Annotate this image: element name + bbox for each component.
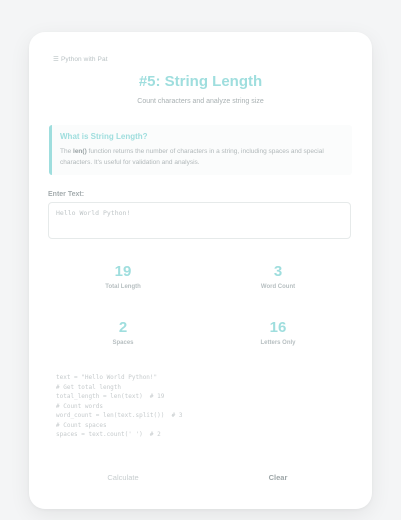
code-line: # Get total length <box>56 383 122 391</box>
info-heading: What is String Length? <box>60 132 148 141</box>
code-line: # Count words <box>56 402 103 410</box>
stat-spaces: 2 Spaces <box>63 319 183 347</box>
stat-label: Word Count <box>260 284 296 290</box>
text-input[interactable]: Hello World Python! <box>48 202 351 239</box>
code-block: text = "Hello World Python!" # Get total … <box>56 373 182 440</box>
info-box: What is String Length? The len() functio… <box>49 125 352 175</box>
code-line: total_length = len(text) # 19 <box>56 393 165 400</box>
info-body: The len() function returns the number of… <box>60 146 350 168</box>
code-line: text = "Hello World Python!" <box>56 374 158 381</box>
stat-value: 19 <box>114 263 132 280</box>
stat-label: Letters Only <box>260 340 296 346</box>
menu-icon: ☰ <box>53 56 59 63</box>
code-line: # Count spaces <box>56 421 107 429</box>
stat-value: 3 <box>273 263 283 280</box>
stat-total-length: 19 Total Length <box>63 263 183 291</box>
brand-label: Python with Pat <box>60 56 108 63</box>
stat-label: Total Length <box>105 284 141 290</box>
code-line: word_count = len(text.split()) # 3 <box>56 412 183 419</box>
brand: ☰ Python with Pat <box>53 55 108 63</box>
page-subtitle: Count characters and analyze string size <box>137 98 264 105</box>
stat-letters-only: 16 Letters Only <box>218 319 338 347</box>
app-card: ☰ Python with Pat #5: String Length Count… <box>29 32 372 509</box>
stat-value: 2 <box>118 319 128 336</box>
info-body-pre: The <box>60 148 74 155</box>
info-body-post: function returns the number of character… <box>60 148 324 166</box>
page-title: #5: String Length <box>138 73 263 90</box>
stat-label: Spaces <box>112 340 134 346</box>
stat-word-count: 3 Word Count <box>218 263 338 291</box>
info-body-function: len() <box>73 148 87 155</box>
calculate-button[interactable]: Calculate <box>73 473 173 482</box>
code-line: spaces = text.count(' ') # 2 <box>56 431 161 438</box>
input-label: Enter Text: <box>48 191 85 198</box>
stat-value: 16 <box>269 319 287 336</box>
clear-button[interactable]: Clear <box>228 473 328 482</box>
